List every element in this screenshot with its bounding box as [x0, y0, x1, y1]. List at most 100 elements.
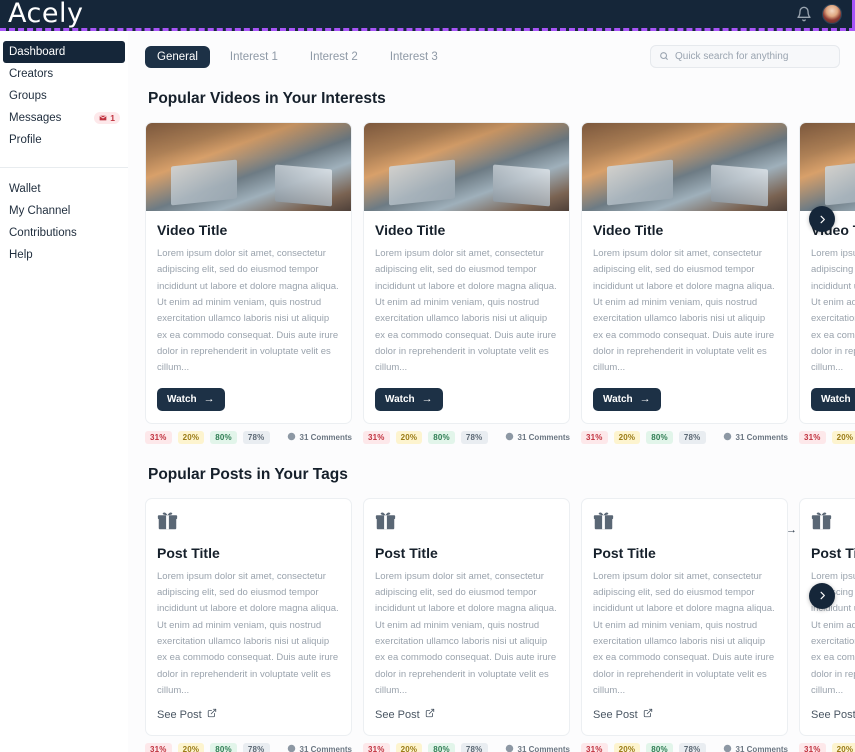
- stat-badge: 20%: [831, 742, 855, 752]
- stat-badge: 31%: [145, 742, 172, 752]
- posts-section-title: Popular Posts in Your Tags: [148, 465, 348, 483]
- see-post-link[interactable]: See Post: [593, 708, 653, 721]
- stat-badge: 78%: [460, 742, 488, 752]
- video-thumbnail[interactable]: [800, 123, 855, 211]
- video-card[interactable]: Video Title Lorem ipsum dolor sit amet, …: [581, 122, 788, 424]
- sidebar: Dashboard Creators Groups Messages 1 Pro…: [0, 31, 128, 752]
- stat-badge: 20%: [177, 742, 205, 752]
- tab-interest-2[interactable]: Interest 2: [298, 46, 370, 68]
- sidebar-item-dashboard[interactable]: Dashboard: [3, 41, 125, 63]
- comments-label: 31 Comments: [517, 744, 570, 752]
- topbar: General Interest 1 Interest 2 Interest 3: [128, 31, 855, 68]
- watch-button[interactable]: Watch →: [157, 387, 225, 411]
- sidebar-item-label: Profile: [9, 134, 42, 146]
- envelope-icon: [99, 114, 107, 122]
- video-card-text: Lorem ipsum dolor sit amet, consectetur …: [811, 248, 855, 374]
- sidebar-divider: [0, 167, 128, 168]
- video-card[interactable]: Video Title Lorem ipsum dolor sit amet, …: [145, 122, 352, 424]
- watch-button[interactable]: Watch →: [811, 387, 855, 411]
- tab-interest-1[interactable]: Interest 1: [218, 46, 290, 68]
- post-card[interactable]: Post Title Lorem ipsum dolor sit amet, c…: [363, 497, 570, 736]
- comment-icon: [505, 432, 514, 443]
- see-post-label: See Post: [157, 708, 202, 721]
- sidebar-item-label: My Channel: [9, 205, 71, 217]
- sidebar-item-wallet[interactable]: Wallet: [0, 178, 128, 200]
- comments-count[interactable]: 31 Comments: [287, 744, 352, 752]
- sidebar-item-label: Dashboard: [9, 46, 66, 58]
- sidebar-item-my-channel[interactable]: My Channel: [0, 200, 128, 222]
- video-thumbnail[interactable]: [582, 123, 787, 211]
- see-post-link[interactable]: See Post: [157, 708, 217, 721]
- app-logo[interactable]: Acely: [8, 0, 83, 28]
- external-link-icon: [207, 708, 217, 721]
- post-card[interactable]: Post Title Lorem ipsum dolor sit amet, c…: [799, 497, 855, 736]
- app-header: Acely: [0, 0, 855, 31]
- search-box[interactable]: [650, 45, 840, 68]
- stat-badge: 80%: [646, 742, 673, 752]
- sidebar-item-messages[interactable]: Messages 1: [0, 107, 128, 129]
- comment-icon: [505, 744, 514, 752]
- external-link-icon: [425, 708, 435, 721]
- posts-next-button[interactable]: [809, 582, 835, 609]
- see-post-label: See Post: [593, 708, 638, 721]
- sidebar-item-help[interactable]: Help: [0, 244, 128, 266]
- search-input[interactable]: [675, 51, 831, 62]
- comments-label: 31 Comments: [735, 744, 788, 752]
- stat-badge: 31%: [799, 742, 826, 752]
- post-stats: 31% 20% 80% 78% 31 Comments: [145, 742, 352, 752]
- gift-icon: [593, 510, 776, 536]
- tab-interest-3[interactable]: Interest 3: [378, 46, 450, 68]
- comments-count[interactable]: 31 Comments: [723, 744, 788, 752]
- watch-button[interactable]: Watch →: [593, 387, 661, 411]
- stat-badge: 80%: [210, 742, 237, 752]
- video-stats: 31% 20% 80% 78%: [799, 430, 855, 444]
- stat-badge: 20%: [395, 742, 423, 752]
- post-card[interactable]: Post Title Lorem ipsum dolor sit amet, c…: [145, 497, 352, 736]
- video-card[interactable]: Video Title Lorem ipsum dolor sit amet, …: [363, 122, 570, 424]
- sidebar-item-profile[interactable]: Profile: [0, 129, 128, 151]
- see-post-link[interactable]: See Post: [375, 708, 435, 721]
- see-post-link[interactable]: See Post: [811, 708, 855, 721]
- tab-bar: General Interest 1 Interest 2 Interest 3: [145, 45, 450, 68]
- sidebar-item-groups[interactable]: Groups: [0, 85, 128, 107]
- post-stats: 31% 20% 80% 78%: [799, 742, 855, 752]
- stat-badge: 31%: [581, 430, 608, 444]
- video-thumbnail[interactable]: [364, 123, 569, 211]
- bell-icon[interactable]: [796, 6, 812, 22]
- post-card-title: Post Title: [593, 544, 656, 561]
- search-icon: [659, 48, 669, 66]
- stat-badge: 20%: [613, 430, 641, 444]
- post-card-text: Lorem ipsum dolor sit amet, consectetur …: [375, 570, 557, 696]
- posts-prev-icon[interactable]: →: [786, 524, 797, 536]
- videos-section-title: Popular Videos in Your Interests: [148, 90, 386, 107]
- comments-label: 31 Comments: [735, 432, 788, 442]
- sidebar-item-creators[interactable]: Creators: [0, 63, 128, 85]
- videos-stats-row: 31% 20% 80% 78% 31 Comments 31% 20% 80%: [145, 430, 855, 444]
- sidebar-item-label: Messages: [9, 112, 62, 124]
- videos-section: Popular Videos in Your Interests Video T…: [128, 90, 855, 444]
- avatar[interactable]: [822, 4, 842, 24]
- sidebar-item-label: Wallet: [9, 183, 41, 195]
- arrow-right-icon: →: [639, 392, 651, 405]
- arrow-right-icon: →: [203, 392, 215, 405]
- post-card[interactable]: Post Title Lorem ipsum dolor sit amet, c…: [581, 497, 788, 736]
- watch-button[interactable]: Watch →: [375, 387, 443, 411]
- sidebar-item-contributions[interactable]: Contributions: [0, 222, 128, 244]
- tab-general[interactable]: General: [145, 45, 210, 68]
- gift-icon: [375, 510, 558, 536]
- stat-badge: 78%: [242, 430, 270, 444]
- stat-badge: 78%: [678, 430, 706, 444]
- comments-count[interactable]: 31 Comments: [723, 432, 788, 443]
- comments-count[interactable]: 31 Comments: [505, 744, 570, 752]
- videos-card-row: Video Title Lorem ipsum dolor sit amet, …: [145, 122, 855, 424]
- stat-badge: 20%: [613, 742, 641, 752]
- sidebar-item-label: Creators: [9, 68, 54, 80]
- comments-count[interactable]: 31 Comments: [287, 432, 352, 443]
- video-card-text: Lorem ipsum dolor sit amet, consectetur …: [157, 248, 339, 374]
- videos-next-button[interactable]: [809, 206, 835, 232]
- comments-count[interactable]: 31 Comments: [505, 432, 570, 443]
- video-thumbnail[interactable]: [146, 123, 351, 211]
- watch-button-label: Watch: [603, 393, 633, 405]
- video-card[interactable]: Video Title Lorem ipsum dolor sit amet, …: [799, 122, 855, 424]
- main-content: General Interest 1 Interest 2 Interest 3…: [128, 31, 855, 752]
